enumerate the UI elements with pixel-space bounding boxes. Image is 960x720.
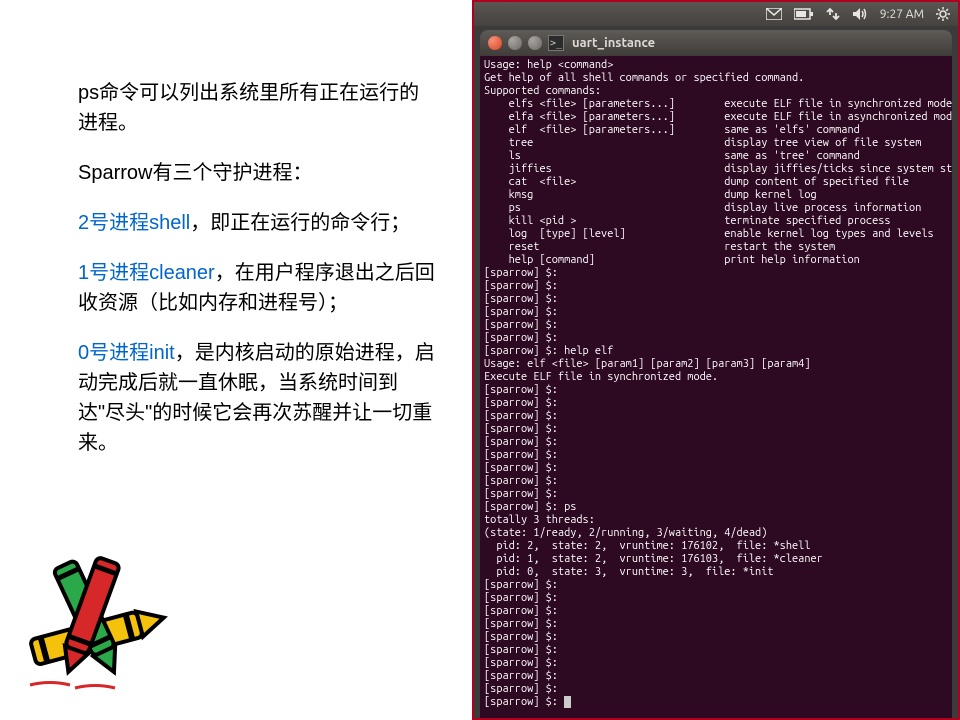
terminal-line: log [type] [level] enable kernel log typ… (484, 228, 948, 241)
proc2-desc: ，即正在运行的命令行； (190, 212, 410, 234)
terminal-line: help [command] print help information (484, 254, 948, 267)
terminal-line: jiffies display jiffies/ticks since syst… (484, 163, 948, 176)
paragraph-proc0: 0号进程init，是内核启动的原始进程，启动完成后就一直休眠，当系统时间到达"尽… (78, 338, 438, 458)
network-icon[interactable] (826, 7, 840, 21)
terminal-line: [sparrow] $: ps (484, 501, 948, 514)
maximize-button[interactable] (528, 36, 542, 50)
terminal-line: [sparrow] $: (484, 631, 948, 644)
crayons-clipart (0, 550, 200, 700)
volume-icon[interactable] (852, 7, 868, 21)
battery-icon[interactable] (794, 8, 814, 20)
terminal-line: [sparrow] $: (484, 670, 948, 683)
proc2-name: 2号进程shell (78, 212, 190, 234)
paragraph-proc2: 2号进程shell，即正在运行的命令行； (78, 208, 438, 238)
terminal-line: [sparrow] $: (484, 475, 948, 488)
terminal-line: [sparrow] $: (484, 449, 948, 462)
terminal-line: [sparrow] $: (484, 696, 948, 709)
terminal-line: [sparrow] $: help elf (484, 345, 948, 358)
minimize-button[interactable] (508, 36, 522, 50)
terminal-line: [sparrow] $: (484, 410, 948, 423)
system-menubar[interactable]: 9:27 AM (474, 2, 958, 26)
proc1-name: 1号进程cleaner (78, 262, 215, 284)
terminal-line: Get help of all shell commands or specif… (484, 72, 948, 85)
terminal-line: [sparrow] $: (484, 423, 948, 436)
terminal-line: [sparrow] $: (484, 683, 948, 696)
terminal-line: reset restart the system (484, 241, 948, 254)
terminal-line: [sparrow] $: (484, 462, 948, 475)
terminal-line: Supported commands: (484, 85, 948, 98)
terminal-line: ls same as 'tree' command (484, 150, 948, 163)
gear-icon[interactable] (936, 7, 950, 21)
terminal-line: Execute ELF file in synchronized mode. (484, 371, 948, 384)
terminal-line: [sparrow] $: (484, 657, 948, 670)
terminal-line: [sparrow] $: (484, 644, 948, 657)
terminal-line: pid: 1, state: 2, vruntime: 176103, file… (484, 553, 948, 566)
terminal-output[interactable]: Usage: help <command>Get help of all she… (480, 56, 952, 718)
terminal-line: tree display tree view of file system (484, 137, 948, 150)
terminal-app-icon: >_ (548, 35, 564, 51)
terminal-line: [sparrow] $: (484, 618, 948, 631)
terminal-line: pid: 0, state: 3, vruntime: 3, file: *in… (484, 566, 948, 579)
terminal-line: [sparrow] $: (484, 579, 948, 592)
window-title: uart_instance (572, 36, 655, 50)
terminal-line: [sparrow] $: (484, 306, 948, 319)
terminal-line: [sparrow] $: (484, 488, 948, 501)
terminal-line: [sparrow] $: (484, 397, 948, 410)
terminal-line: [sparrow] $: (484, 332, 948, 345)
paragraph-ps: ps命令可以列出系统里所有正在运行的进程。 (78, 78, 438, 138)
terminal-line: [sparrow] $: (484, 605, 948, 618)
terminal-line: elfs <file> [parameters...] execute ELF … (484, 98, 948, 111)
terminal-line: [sparrow] $: (484, 319, 948, 332)
terminal-line: (state: 1/ready, 2/running, 3/waiting, 4… (484, 527, 948, 540)
terminal-line: [sparrow] $: (484, 592, 948, 605)
paragraph-proc1: 1号进程cleaner，在用户程序退出之后回收资源（比如内存和进程号）； (78, 258, 438, 318)
terminal-line: ps display live process information (484, 202, 948, 215)
terminal-line: elfa <file> [parameters...] execute ELF … (484, 111, 948, 124)
paragraph-intro: Sparrow有三个守护进程： (78, 158, 438, 188)
terminal-line: [sparrow] $: (484, 280, 948, 293)
window-titlebar[interactable]: >_ uart_instance (480, 30, 952, 56)
proc0-name: 0号进程init (78, 342, 175, 364)
terminal-cursor (564, 696, 571, 708)
terminal-line: Usage: elf <file> [param1] [param2] [par… (484, 358, 948, 371)
terminal-line: kmsg dump kernel log (484, 189, 948, 202)
ubuntu-screenshot: 9:27 AM >_ uart_instance Usage: help <co… (472, 0, 960, 720)
terminal-line: [sparrow] $: (484, 436, 948, 449)
close-button[interactable] (488, 36, 502, 50)
terminal-line: [sparrow] $: (484, 293, 948, 306)
terminal-line: kill <pid > terminate specified process (484, 215, 948, 228)
slide-text: ps命令可以列出系统里所有正在运行的进程。 Sparrow有三个守护进程： 2号… (78, 78, 438, 478)
terminal-line: pid: 2, state: 2, vruntime: 176102, file… (484, 540, 948, 553)
mail-icon[interactable] (766, 8, 782, 20)
terminal-line: [sparrow] $: (484, 267, 948, 280)
terminal-line: totally 3 threads: (484, 514, 948, 527)
terminal-line: elf <file> [parameters...] same as 'elfs… (484, 124, 948, 137)
clock-time[interactable]: 9:27 AM (880, 8, 924, 21)
terminal-line: Usage: help <command> (484, 59, 948, 72)
terminal-line: [sparrow] $: (484, 384, 948, 397)
terminal-line: cat <file> dump content of specified fil… (484, 176, 948, 189)
